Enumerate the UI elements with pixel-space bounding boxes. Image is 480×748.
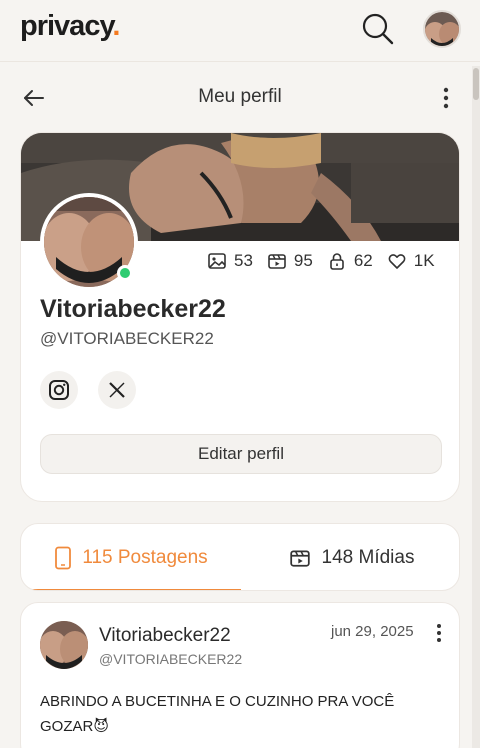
tab-posts-label: 115 Postagens xyxy=(82,547,208,568)
tab-media-label: 148 Mídias xyxy=(321,547,415,568)
likes-count: 1K xyxy=(413,251,435,270)
clapperboard-icon xyxy=(268,254,286,269)
stat-locked[interactable]: 62 xyxy=(327,251,373,271)
profile-stats: 53 95 62 1K xyxy=(207,247,435,275)
post-author-name[interactable]: Vitoriabecker22 xyxy=(99,625,231,647)
instagram-icon[interactable] xyxy=(40,371,78,409)
image-icon xyxy=(208,253,226,269)
tab-posts[interactable]: 115 Postagens xyxy=(21,524,241,590)
lock-icon xyxy=(330,253,344,270)
post-author-handle: @VITORIABECKER22 xyxy=(99,651,243,667)
tab-media[interactable]: 148 Mídias xyxy=(241,524,459,590)
vertical-dots-icon[interactable] xyxy=(432,84,460,112)
page-title: Meu perfil xyxy=(198,86,282,107)
stat-photos[interactable]: 53 xyxy=(207,251,253,271)
phone-icon xyxy=(55,546,72,570)
post-card: Vitoriabecker22 @VITORIABECKER22 jun 29,… xyxy=(20,602,460,748)
stat-videos[interactable]: 95 xyxy=(267,251,313,271)
post-date: jun 29, 2025 xyxy=(331,623,414,640)
photos-count: 53 xyxy=(234,251,253,270)
profile-card: 53 95 62 1K Vitoriabecker22 @VITORIABECK… xyxy=(20,132,460,502)
content-tabs: 115 Postagens 148 Mídias xyxy=(20,523,460,591)
top-bar: privacy. xyxy=(0,0,480,62)
profile-display-name: Vitoriabecker22 xyxy=(40,295,226,323)
page-header: Meu perfil xyxy=(0,64,480,130)
edit-profile-button[interactable]: Editar perfil xyxy=(40,434,442,474)
online-status-indicator xyxy=(117,265,133,281)
post-author-avatar[interactable] xyxy=(40,621,88,669)
heart-icon xyxy=(388,254,406,269)
scrollbar-thumb[interactable] xyxy=(473,68,479,100)
account-avatar[interactable] xyxy=(423,10,461,48)
vertical-dots-icon[interactable] xyxy=(427,621,451,645)
profile-handle: @VITORIABECKER22 xyxy=(40,329,214,348)
locked-count: 62 xyxy=(353,251,373,270)
stat-likes[interactable]: 1K xyxy=(387,251,435,271)
brand-logo[interactable]: privacy. xyxy=(20,10,120,43)
clapperboard-icon xyxy=(289,550,310,567)
scrollbar[interactable] xyxy=(472,66,480,748)
post-caption: ABRINDO A BUCETINHA E O CUZINHO PRA VOCÊ… xyxy=(40,693,395,735)
x-twitter-icon[interactable] xyxy=(98,371,136,409)
search-icon[interactable] xyxy=(360,11,396,47)
active-tab-indicator xyxy=(21,589,241,590)
videos-count: 95 xyxy=(293,251,313,270)
